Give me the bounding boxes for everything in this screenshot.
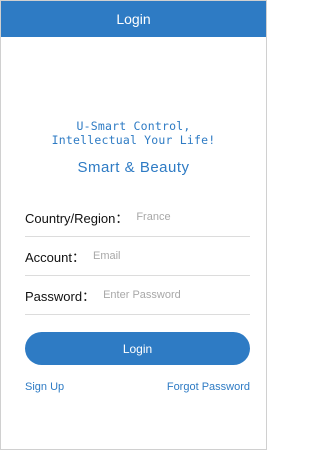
login-form: Country/Region： Account： Password： <box>1 198 266 315</box>
account-row: Account： <box>25 237 250 276</box>
page-title: Login <box>116 11 151 27</box>
login-screen: Login U-Smart Control, Intellectual Your… <box>0 0 267 450</box>
sign-up-link[interactable]: Sign Up <box>25 381 64 393</box>
password-input[interactable] <box>103 289 244 301</box>
tagline-line-1: U-Smart Control, <box>76 119 191 133</box>
country-row: Country/Region： <box>25 198 266 237</box>
tagline: U-Smart Control, Intellectual Your Life! <box>1 119 266 147</box>
subtitle: Smart & Beauty <box>77 159 190 176</box>
auth-links: Sign Up Forgot Password <box>1 381 266 393</box>
account-label: Account： <box>25 249 85 265</box>
account-input[interactable] <box>92 250 233 262</box>
country-input[interactable] <box>136 211 266 223</box>
tagline-line-2: Intellectual Your Life! <box>51 133 216 147</box>
login-button[interactable]: Login <box>25 332 250 365</box>
country-label: Country/Region： <box>25 210 129 226</box>
password-row: Password： <box>25 276 250 315</box>
password-label: Password： <box>25 288 96 304</box>
header-bar: Login <box>1 1 266 37</box>
forgot-password-link[interactable]: Forgot Password <box>167 381 250 393</box>
